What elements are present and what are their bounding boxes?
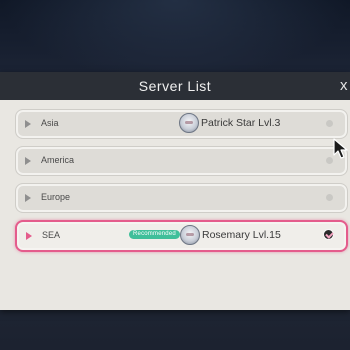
- character-avatar-icon: [180, 225, 200, 245]
- player-name-level: Rosemary Lvl.15: [202, 229, 281, 241]
- play-triangle-icon: [25, 157, 31, 165]
- play-triangle-icon: [26, 232, 32, 240]
- server-row-sea[interactable]: SEA Recommended Rosemary Lvl.15: [15, 220, 348, 252]
- server-region-label: Europe: [41, 192, 71, 202]
- background-glow: [0, 0, 350, 80]
- server-list-panel: Server List x Asia Patrick Star Lvl.3 Am…: [0, 72, 350, 310]
- mouse-cursor-icon: [333, 138, 348, 159]
- server-region-label: America: [41, 155, 75, 165]
- server-region-label: Asia: [41, 118, 59, 128]
- status-dot-icon: [326, 194, 333, 201]
- server-row-asia[interactable]: Asia Patrick Star Lvl.3: [15, 109, 348, 139]
- character-avatar-icon: [179, 113, 199, 133]
- panel-header: Server List x: [0, 72, 350, 100]
- check-circle-icon: [323, 229, 334, 240]
- play-triangle-icon: [25, 120, 31, 128]
- status-dot-icon: [326, 157, 333, 164]
- close-button[interactable]: x: [340, 78, 350, 94]
- status-dot-icon: [326, 120, 333, 127]
- recommended-badge: Recommended: [129, 230, 180, 239]
- server-row-europe[interactable]: Europe: [15, 183, 348, 213]
- server-region-label: SEA: [42, 230, 61, 240]
- player-name-level: Patrick Star Lvl.3: [201, 117, 281, 129]
- server-row-america[interactable]: America: [15, 146, 348, 176]
- panel-title: Server List: [138, 78, 212, 94]
- play-triangle-icon: [25, 194, 31, 202]
